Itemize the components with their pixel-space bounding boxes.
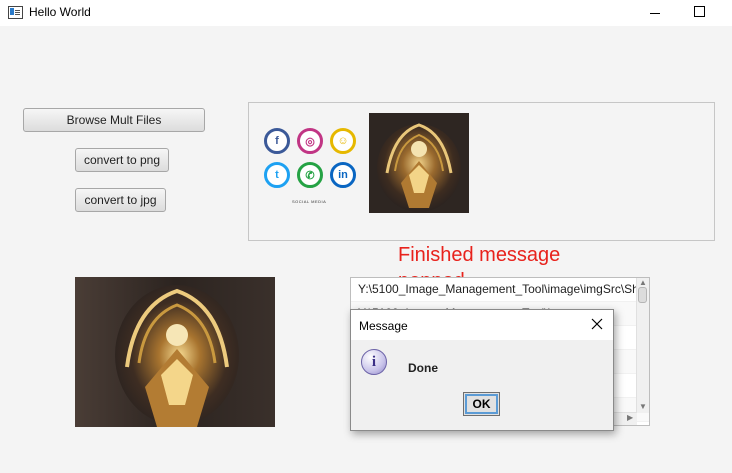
window-title: Hello World xyxy=(29,5,91,19)
dialog-titlebar: Message xyxy=(351,310,613,340)
info-icon: i xyxy=(361,349,387,375)
scroll-down-icon[interactable]: ▼ xyxy=(639,403,647,411)
snapchat-icon: ☺ xyxy=(330,128,356,154)
dialog-title: Message xyxy=(359,319,408,333)
convert-to-png-button[interactable]: convert to png xyxy=(75,148,169,172)
linkedin-icon: in xyxy=(330,162,356,188)
dialog-close-button[interactable] xyxy=(589,316,605,332)
app-icon xyxy=(8,6,23,19)
social-media-caption: SOCIAL MEDIA xyxy=(292,199,327,204)
minimize-button[interactable] xyxy=(636,0,674,26)
facebook-icon: f xyxy=(264,128,290,154)
thumbnail-image xyxy=(369,113,469,213)
whatsapp-icon: ✆ xyxy=(297,162,323,188)
close-icon xyxy=(591,318,603,330)
window-titlebar: Hello World xyxy=(0,0,732,26)
scroll-up-icon[interactable]: ▲ xyxy=(639,279,647,287)
convert-to-jpg-button[interactable]: convert to jpg xyxy=(75,188,166,212)
instagram-icon: ◎ xyxy=(297,128,323,154)
main-image xyxy=(75,277,275,427)
dialog-message: Done xyxy=(408,361,438,375)
vertical-scrollbar[interactable]: ▲ ▼ xyxy=(636,278,649,413)
list-item[interactable]: Y:\5100_Image_Management_Tool\image\imgS… xyxy=(351,278,649,302)
scrollbar-thumb[interactable] xyxy=(638,287,647,303)
scroll-right-icon[interactable]: ▶ xyxy=(627,414,633,422)
ok-button[interactable]: OK xyxy=(463,392,500,416)
maximize-icon xyxy=(694,6,705,17)
minimize-icon xyxy=(650,13,660,14)
maximize-button[interactable] xyxy=(680,0,718,26)
twitter-icon: t xyxy=(264,162,290,188)
browse-mult-files-button[interactable]: Browse Mult Files xyxy=(23,108,205,132)
message-dialog: Message i Done OK xyxy=(350,309,614,431)
